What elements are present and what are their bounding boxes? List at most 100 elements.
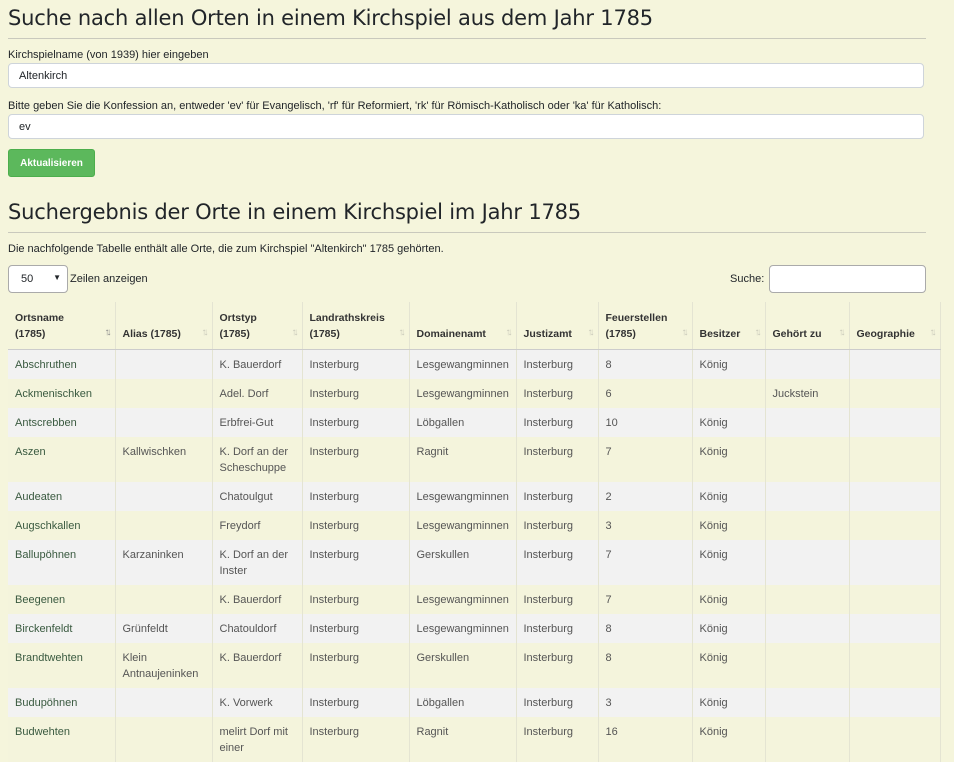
table-cell: Ackmenischken xyxy=(8,379,115,408)
sort-arrows-icon[interactable]: ↑↓ xyxy=(755,325,759,341)
table-cell xyxy=(692,379,765,408)
table-cell: Insterburg xyxy=(516,437,598,482)
table-cell: Lesgewangminnen xyxy=(409,511,516,540)
sort-ascending-icon[interactable]: ↑↓ xyxy=(105,325,109,341)
table-cell: Lesgewangminnen xyxy=(409,379,516,408)
table-cell xyxy=(765,408,849,437)
page-length-select[interactable]: 50 ▼ xyxy=(8,265,68,293)
column-header[interactable]: Landrathskreis (1785) ↑↓ xyxy=(302,302,409,350)
column-header[interactable]: Ortsname (1785) ↑↓ xyxy=(8,302,115,350)
table-cell: Ragnit xyxy=(409,437,516,482)
table-cell: 6 xyxy=(598,379,692,408)
table-cell xyxy=(849,437,940,482)
divider xyxy=(8,232,926,233)
table-cell xyxy=(849,350,940,380)
divider xyxy=(8,38,926,39)
konfession-input[interactable] xyxy=(8,114,924,139)
table-cell: Insterburg xyxy=(302,688,409,717)
table-row: AszenKallwischkenK. Dorf an der Scheschu… xyxy=(8,437,940,482)
sort-arrows-icon[interactable]: ↑↓ xyxy=(506,325,510,341)
column-header[interactable]: Besitzer↑↓ xyxy=(692,302,765,350)
table-cell: Lesgewangminnen xyxy=(409,350,516,380)
column-header-label: Ortsname (1785) xyxy=(15,312,64,340)
table-cell xyxy=(765,437,849,482)
table-cell: 8 xyxy=(598,614,692,643)
sort-arrows-icon[interactable]: ↑↓ xyxy=(839,325,843,341)
table-cell: Insterburg xyxy=(302,408,409,437)
submit-button[interactable]: Aktualisieren xyxy=(8,149,95,177)
column-header[interactable]: Gehört zu↑↓ xyxy=(765,302,849,350)
sort-arrows-icon[interactable]: ↑↓ xyxy=(682,325,686,341)
column-header[interactable]: Geographie↑↓ xyxy=(849,302,940,350)
sort-arrows-icon[interactable]: ↑↓ xyxy=(202,325,206,341)
sort-arrows-icon[interactable]: ↑↓ xyxy=(588,325,592,341)
table-cell xyxy=(115,688,212,717)
table-cell: König xyxy=(692,408,765,437)
sort-arrows-icon[interactable]: ↑↓ xyxy=(930,325,934,341)
table-cell: Insterburg xyxy=(302,482,409,511)
table-cell: König xyxy=(692,540,765,585)
table-cell: Insterburg xyxy=(516,350,598,380)
table-cell: Lesgewangminnen xyxy=(409,482,516,511)
table-cell: 3 xyxy=(598,511,692,540)
table-row: BallupöhnenKarzaninkenK. Dorf an der Ins… xyxy=(8,540,940,585)
search-label: Suche: xyxy=(730,273,764,285)
column-header[interactable]: Feuerstellen (1785) ↑↓ xyxy=(598,302,692,350)
page-length-value: 50 xyxy=(21,273,33,285)
column-header[interactable]: Ortstyp (1785)↑↓ xyxy=(212,302,302,350)
table-cell xyxy=(765,585,849,614)
search-input[interactable] xyxy=(769,265,926,293)
results-intro: Die nachfolgende Tabelle enthält alle Or… xyxy=(8,243,444,255)
sort-arrows-icon[interactable]: ↑↓ xyxy=(399,325,403,341)
table-row: AckmenischkenAdel. DorfInsterburgLesgewa… xyxy=(8,379,940,408)
table-cell: 8 xyxy=(598,350,692,380)
table-cell: Abschruthen xyxy=(8,350,115,380)
konfession-label: Bitte geben Sie die Konfession an, entwe… xyxy=(8,100,661,112)
table-cell: Insterburg xyxy=(302,437,409,482)
table-cell: K. Dorf an der Scheschuppe xyxy=(212,437,302,482)
table-cell: König xyxy=(692,643,765,688)
table-cell xyxy=(765,614,849,643)
kirchspiel-input[interactable] xyxy=(8,63,924,88)
column-header[interactable]: Alias (1785) ↑↓ xyxy=(115,302,212,350)
table-cell: 2 xyxy=(598,482,692,511)
table-cell: K. Bauerdorf xyxy=(212,585,302,614)
table-cell: Insterburg xyxy=(516,643,598,688)
column-header[interactable]: Justizamt ↑↓ xyxy=(516,302,598,350)
table-row: AntscrebbenErbfrei-GutInsterburgLöbgalle… xyxy=(8,408,940,437)
table-cell: 10 xyxy=(598,408,692,437)
table-row: AudeatenChatoulgutInsterburgLesgewangmin… xyxy=(8,482,940,511)
table-cell xyxy=(849,614,940,643)
table-cell: K. Bauerdorf xyxy=(212,643,302,688)
column-header-label: Alias (1785) xyxy=(123,328,181,340)
column-header[interactable]: Domainenamt ↑↓ xyxy=(409,302,516,350)
table-cell: Insterburg xyxy=(516,511,598,540)
table-cell: König xyxy=(692,350,765,380)
table-cell: Aszen xyxy=(8,437,115,482)
page-title: Suche nach allen Orten in einem Kirchspi… xyxy=(8,6,653,30)
table-cell: Klein Antnaujeninken xyxy=(115,643,212,688)
column-header-label: Domainenamt xyxy=(417,328,486,340)
table-cell: Löbgallen xyxy=(409,688,516,717)
table-cell: Insterburg xyxy=(516,688,598,717)
column-header-label: Justizamt xyxy=(524,328,572,340)
table-cell: Insterburg xyxy=(302,350,409,380)
table-cell: Freydorf xyxy=(212,511,302,540)
results-heading: Suchergebnis der Orte in einem Kirchspie… xyxy=(8,200,581,224)
sort-arrows-icon[interactable]: ↑↓ xyxy=(292,325,296,341)
table-cell: Ballupöhnen xyxy=(8,540,115,585)
table-cell xyxy=(849,688,940,717)
table-cell: König xyxy=(692,585,765,614)
table-cell: 8 xyxy=(598,643,692,688)
table-cell: Insterburg xyxy=(516,614,598,643)
table-cell: Lesgewangminnen xyxy=(409,614,516,643)
table-cell: 16 xyxy=(598,717,692,762)
table-cell xyxy=(765,482,849,511)
table-cell: 7 xyxy=(598,437,692,482)
table-cell: Insterburg xyxy=(302,614,409,643)
table-cell xyxy=(115,379,212,408)
table-cell: König xyxy=(692,717,765,762)
table-cell xyxy=(115,511,212,540)
column-header-label: Landrathskreis (1785) xyxy=(310,312,385,340)
column-header-label: Feuerstellen (1785) xyxy=(606,312,668,340)
